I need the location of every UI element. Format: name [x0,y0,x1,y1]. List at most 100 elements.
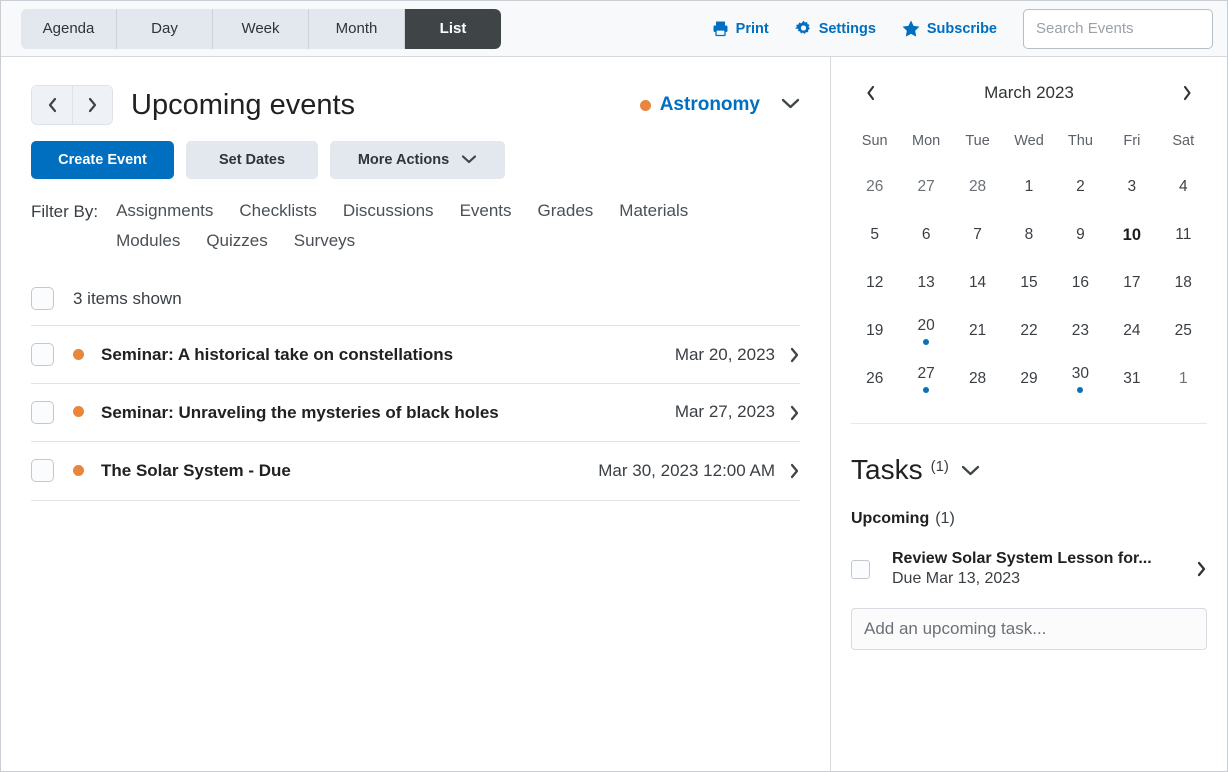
calendar-day-22[interactable]: 22 [1003,307,1054,355]
tasks-count: (1) [930,458,949,475]
tab-list[interactable]: List [405,8,501,49]
calendar-event-dot [923,387,930,394]
calendar-day-18[interactable]: 18 [1158,259,1209,307]
row-checkbox[interactable] [31,343,54,367]
row-checkbox[interactable] [31,459,54,483]
calendar-day-number: 1 [1178,370,1188,388]
select-all-checkbox[interactable] [31,287,54,310]
mini-prev-month-button[interactable] [857,79,885,107]
calendar-day-28[interactable]: 28 [952,163,1003,211]
table-row[interactable]: The Solar System - Due Mar 30, 2023 12:0… [31,442,800,501]
chevron-down-icon[interactable] [781,96,800,114]
list-item[interactable]: Review Solar System Lesson for... Due Ma… [851,550,1207,588]
calendar-day-15[interactable]: 15 [1003,259,1054,307]
tab-week[interactable]: Week [213,8,309,49]
calendar-day-7[interactable]: 7 [952,211,1003,259]
task-checkbox[interactable] [851,559,870,579]
print-button[interactable]: Print [712,20,769,37]
settings-button[interactable]: Settings [794,20,876,37]
set-dates-button[interactable]: Set Dates [186,141,318,179]
calendar-day-8[interactable]: 8 [1003,211,1054,259]
add-task-input[interactable] [864,619,1194,639]
calendar-day-1[interactable]: 1 [1158,355,1209,403]
calendar-day-number: 17 [1123,274,1141,292]
subscribe-button[interactable]: Subscribe [902,20,997,37]
add-task-box[interactable] [851,608,1207,650]
prev-period-button[interactable] [32,86,72,124]
calendar-day-16[interactable]: 16 [1055,259,1106,307]
calendar-day-28[interactable]: 28 [952,355,1003,403]
calendar-day-12[interactable]: 12 [849,259,900,307]
chevron-right-icon[interactable] [789,462,800,480]
calendar-day-5[interactable]: 5 [849,211,900,259]
filter-quizzes[interactable]: Quizzes [206,231,267,251]
chevron-down-icon [461,152,477,168]
calendar-day-1[interactable]: 1 [1003,163,1054,211]
next-period-button[interactable] [72,86,112,124]
tab-day[interactable]: Day [117,8,213,49]
calendar-day-17[interactable]: 17 [1106,259,1157,307]
calendar-day-9[interactable]: 9 [1055,211,1106,259]
filter-materials[interactable]: Materials [619,201,688,221]
calendar-day-2[interactable]: 2 [1055,163,1106,211]
filter-discussions[interactable]: Discussions [343,201,434,221]
calendar-day-13[interactable]: 13 [900,259,951,307]
filter-events[interactable]: Events [460,201,512,221]
calendar-day-25[interactable]: 25 [1158,307,1209,355]
calendar-day-26[interactable]: 26 [849,355,900,403]
calendar-day-11[interactable]: 11 [1158,211,1209,259]
filter-checklists[interactable]: Checklists [239,201,316,221]
calendar-day-4[interactable]: 4 [1158,163,1209,211]
calendar-day-number: 14 [968,274,987,292]
chevron-right-icon[interactable] [789,404,800,422]
chevron-down-icon[interactable] [961,463,980,481]
calendar-day-number: 10 [1122,225,1142,244]
filter-grades[interactable]: Grades [538,201,594,221]
more-actions-button[interactable]: More Actions [330,141,505,179]
calendar-day-24[interactable]: 24 [1106,307,1157,355]
event-color-dot [73,465,84,477]
filter-surveys[interactable]: Surveys [294,231,355,251]
chevron-right-icon[interactable] [1196,560,1207,578]
search-events-box[interactable] [1023,8,1228,49]
table-row[interactable]: Seminar: A historical take on constellat… [31,326,800,385]
period-nav-group [31,85,113,125]
calendar-day-30[interactable]: 30 [1055,355,1106,403]
filter-modules[interactable]: Modules [116,231,180,251]
tab-month[interactable]: Month [309,8,405,49]
search-input[interactable] [1036,20,1228,37]
gear-icon [794,20,812,37]
calendar-day-number: 3 [1127,178,1137,196]
calendar-day-27[interactable]: 27 [900,355,951,403]
event-list: 3 items shown Seminar: A historical take… [31,279,800,501]
weekday-sat: Sat [1172,133,1195,149]
calendar-day-27[interactable]: 27 [900,163,951,211]
filter-assignments[interactable]: Assignments [116,201,213,221]
table-row[interactable]: Seminar: Unraveling the mysteries of bla… [31,384,800,443]
filter-bar: Filter By: Assignments Checklists Discus… [31,201,800,251]
calendar-day-number: 23 [1071,322,1090,340]
calendar-day-21[interactable]: 21 [952,307,1003,355]
mini-calendar-grid: Sun Mon Tue Wed Thu Fri Sat 26 27 28 1 2 3 4 5 6… [849,127,1209,403]
calendar-day-14[interactable]: 14 [952,259,1003,307]
chevron-right-icon[interactable] [789,346,800,364]
calendar-day-6[interactable]: 6 [900,211,951,259]
calendar-day-23[interactable]: 23 [1055,307,1106,355]
calendar-selector[interactable]: Astronomy [639,94,800,116]
calendar-day-19[interactable]: 19 [849,307,900,355]
row-checkbox[interactable] [31,401,54,425]
create-event-button[interactable]: Create Event [31,141,174,179]
calendar-day-20[interactable]: 20 [900,307,951,355]
mini-next-month-button[interactable] [1173,79,1201,107]
calendar-day-number: 27 [917,364,935,382]
tab-agenda[interactable]: Agenda [21,8,117,49]
calendar-day-3[interactable]: 3 [1106,163,1157,211]
calendar-day-31[interactable]: 31 [1106,355,1157,403]
settings-label: Settings [818,20,876,37]
calendar-day-29[interactable]: 29 [1003,355,1054,403]
calendar-day-number: 28 [968,370,987,388]
calendar-day-10[interactable]: 10 [1106,211,1157,259]
calendar-day-26[interactable]: 26 [849,163,900,211]
calendar-color-dot [639,99,651,111]
event-title: Seminar: Unraveling the mysteries of bla… [101,403,499,423]
